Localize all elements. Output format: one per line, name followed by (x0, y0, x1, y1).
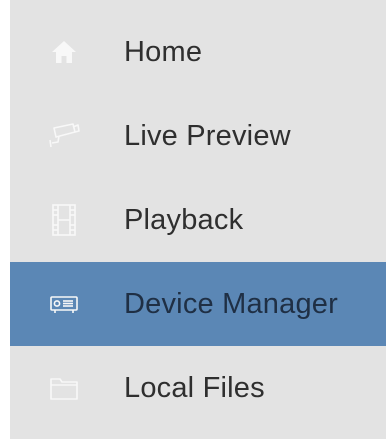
menu-item-local-files[interactable]: Local Files (10, 346, 386, 430)
folder-icon (46, 370, 82, 406)
menu-item-label: Local Files (124, 371, 265, 404)
menu-item-label: Playback (124, 203, 244, 236)
menu-item-device-manager[interactable]: Device Manager (10, 262, 386, 346)
camera-icon (46, 118, 82, 154)
device-icon (46, 286, 82, 322)
menu-item-label: Live Preview (124, 119, 291, 152)
film-icon (46, 202, 82, 238)
menu-item-label: Device Manager (124, 287, 338, 320)
menu-item-live-preview[interactable]: Live Preview (10, 94, 386, 178)
home-icon (46, 34, 82, 70)
menu-item-home[interactable]: Home (10, 10, 386, 94)
menu-item-label: Home (124, 35, 203, 68)
sidebar-menu: Home Live Preview Playback Device Manage… (10, 0, 386, 439)
menu-item-playback[interactable]: Playback (10, 178, 386, 262)
